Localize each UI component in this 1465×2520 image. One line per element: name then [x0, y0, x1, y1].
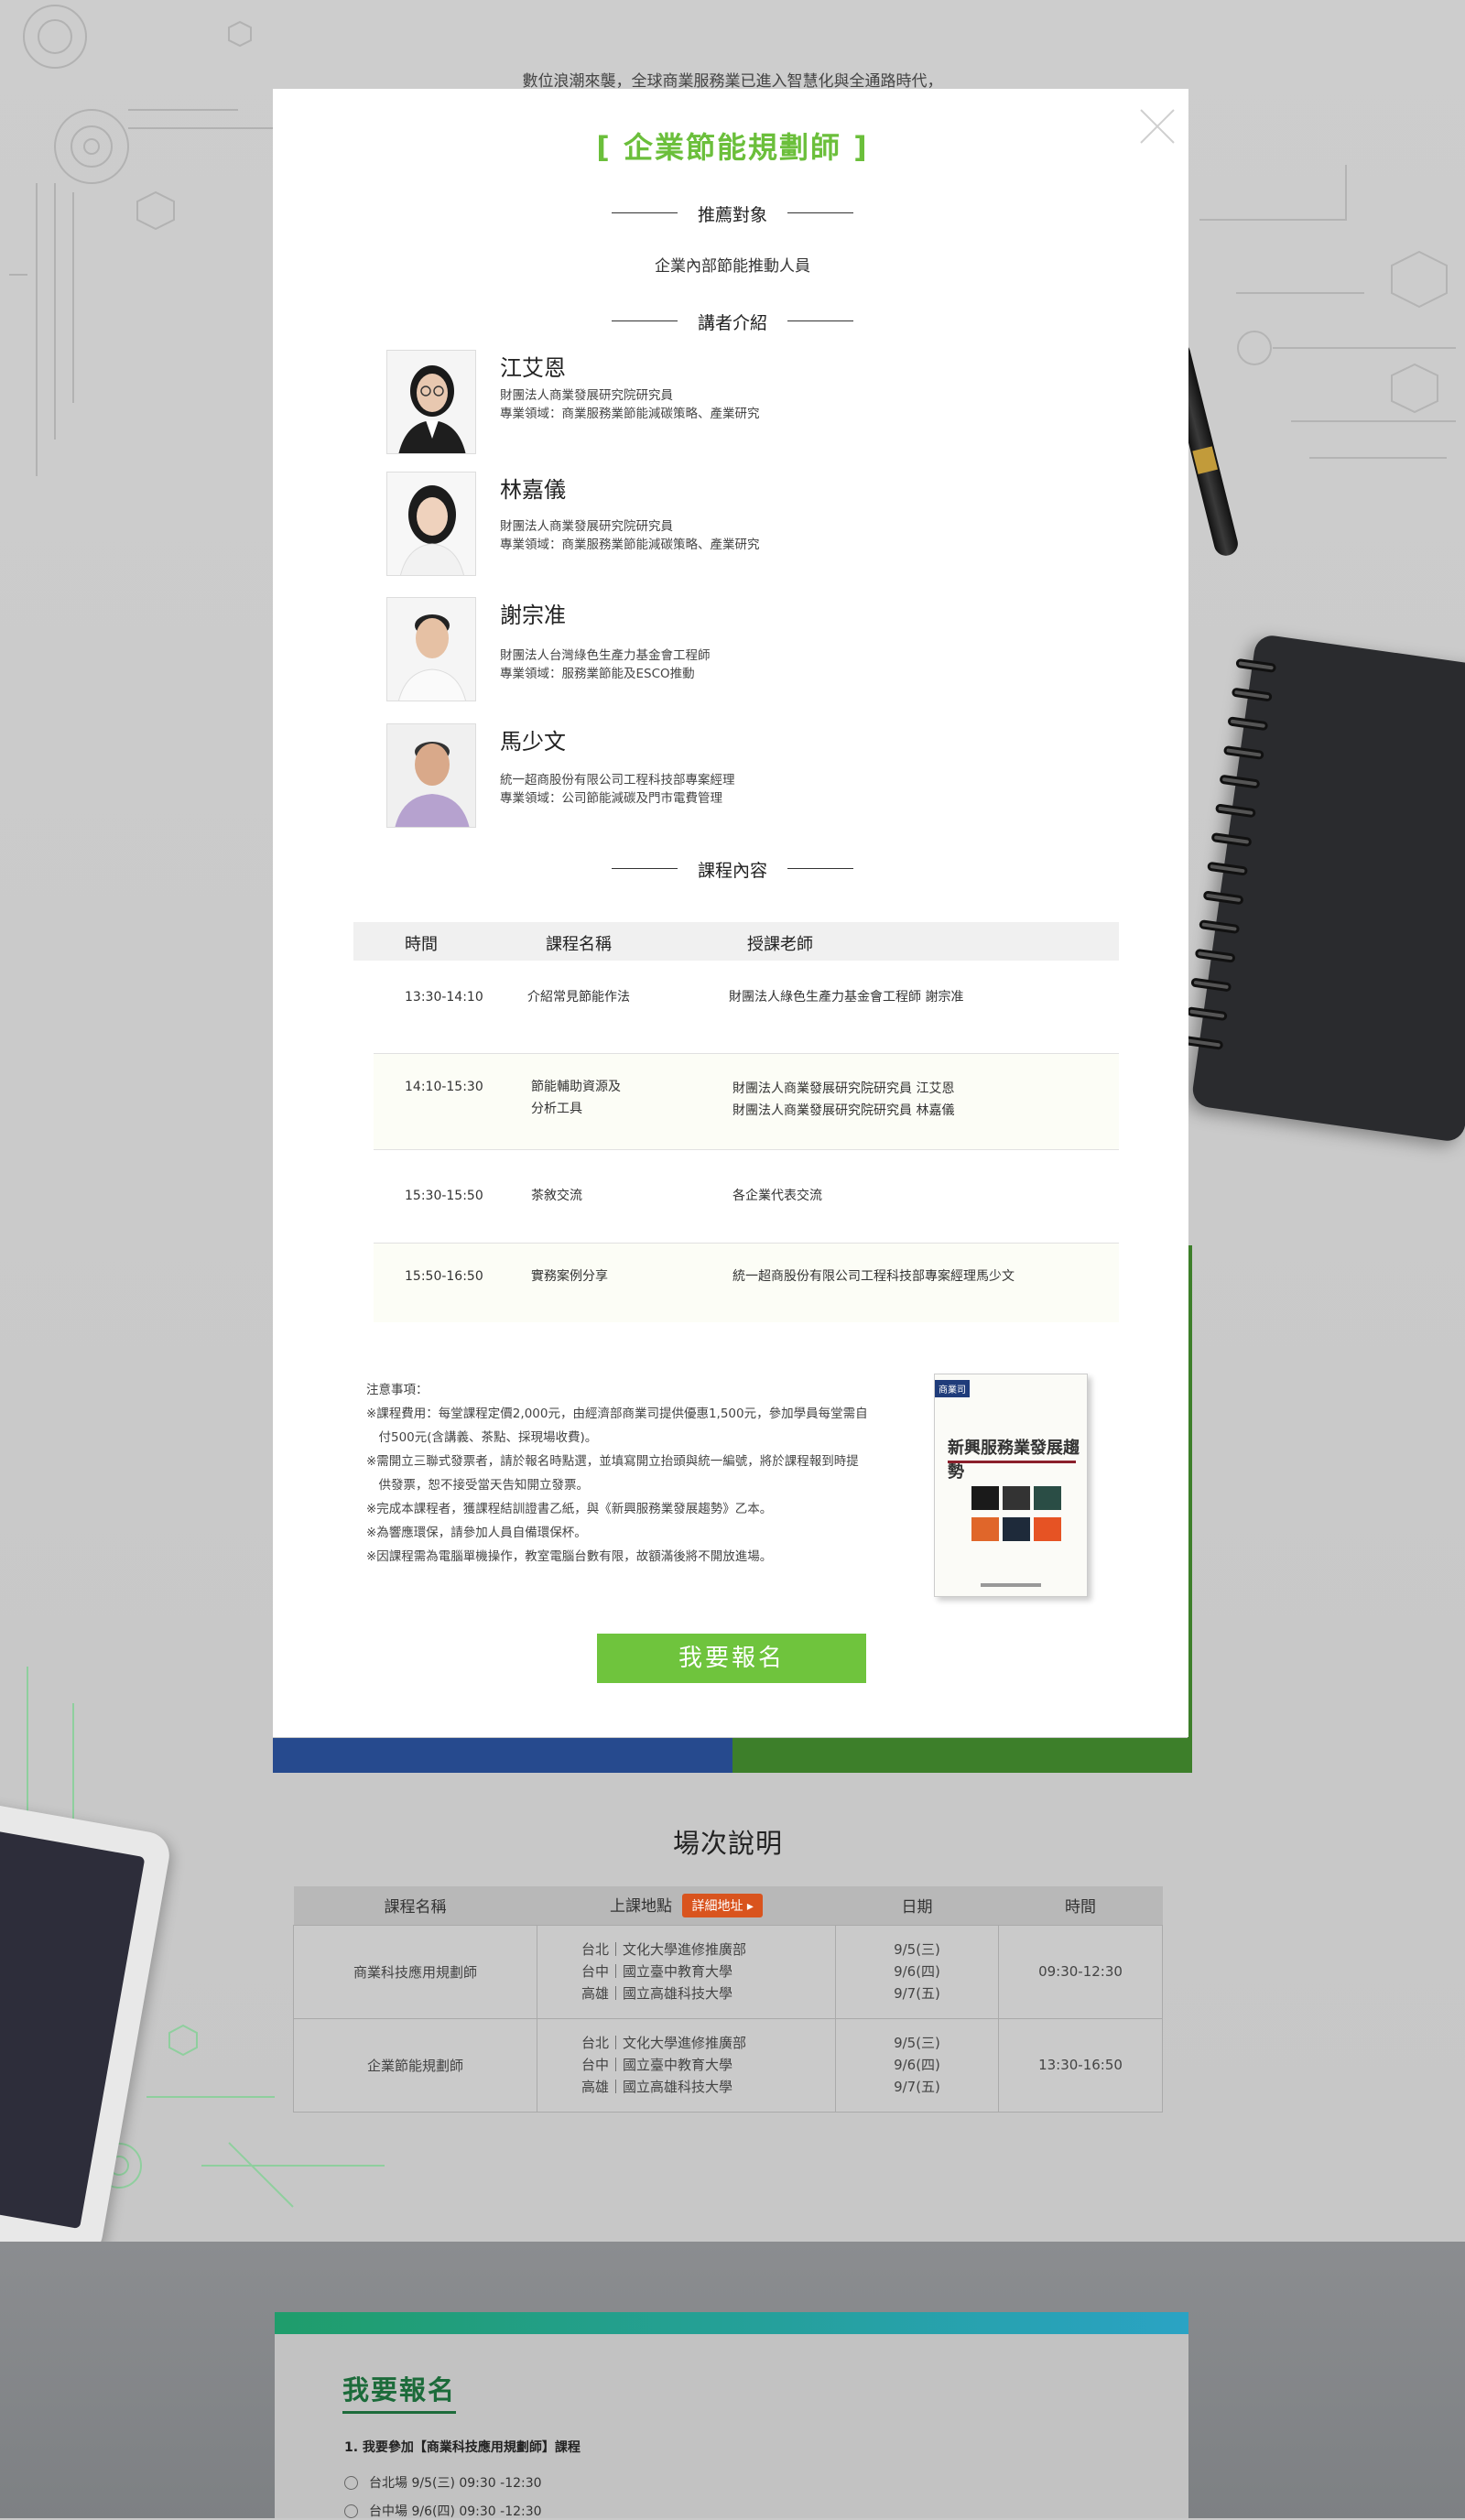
speaker-card: 馬少文 統一超商股份有限公司工程科技部專案經理 專業領域：公司節能減碳及門市電費…	[386, 723, 1027, 828]
registration-card-topbar	[275, 2312, 1188, 2334]
note-item: ※課程費用：每堂課程定價2,000元，由經濟部商業司提供優惠1,500元，參加學…	[366, 1407, 868, 1421]
address-detail-button[interactable]: 詳細地址 ▸	[682, 1894, 763, 1918]
radio-button[interactable]	[344, 2504, 358, 2518]
notes-section: 注意事項： ※課程費用：每堂課程定價2,000元，由經濟部商業司提供優惠1,50…	[366, 1378, 916, 1569]
speaker-card: 謝宗准 財團法人台灣綠色生產力基金會工程師 專業領域：服務業節能及ESCO推動	[386, 597, 1027, 701]
session-time: 09:30-12:30	[998, 1924, 1163, 2019]
row-time: 15:30-15:50	[405, 1189, 483, 1203]
header-location: 上課地點 詳細地址 ▸	[537, 1886, 836, 1925]
table-row: 15:50-16:50 實務案例分享 統一超商股份有限公司工程科技部專案經理馬少…	[374, 1244, 1119, 1322]
speaker-photo	[386, 597, 476, 701]
row-time: 14:10-15:30	[405, 1080, 483, 1094]
row-teacher: 各企業代表交流	[732, 1189, 822, 1203]
speaker-title: 財團法人商業發展研究院研究員	[500, 388, 673, 403]
registration-option[interactable]: 台北場 9/5(三) 09:30 -12:30	[344, 2473, 542, 2492]
modal-title: [ 企業節能規劃師 ]	[596, 130, 869, 165]
course-card-footer-blue	[273, 1738, 732, 1773]
book-badge: 商業司	[935, 1380, 970, 1397]
session-course: 商業科技應用規劃師	[293, 1924, 537, 2019]
intro-text: 數位浪潮來襲，全球商業服務業已進入智慧化與全通路時代，	[522, 72, 943, 91]
sessions-section: 場次說明 課程名稱 上課地點 詳細地址 ▸ 日期 時間 商業科技應用規劃師 台北…	[293, 1822, 1163, 2113]
section-heading-audience: 推薦對象	[612, 201, 853, 226]
book-illustration	[970, 1484, 1065, 1547]
speaker-card: 江艾恩 財團法人商業發展研究院研究員 專業領域：商業服務業節能減碳策略、產業研究	[386, 350, 1027, 454]
section-heading-course: 課程內容	[612, 857, 853, 882]
row-time: 15:50-16:50	[405, 1269, 483, 1284]
note-item: ※因課程需為電腦單機操作，教室電腦台數有限，故額滿後將不開放進場。	[366, 1549, 773, 1564]
session-locations: 台北｜文化大學進修推廣部 台中｜國立臺中教育大學 高雄｜國立高雄科技大學	[537, 1924, 836, 2019]
book-cover-image: 商業司 新興服務業發展趨勢	[934, 1374, 1088, 1597]
row-course-name: 茶敘交流	[531, 1189, 582, 1203]
row-course-name: 介紹常見節能作法	[527, 990, 630, 1005]
registration-title: 我要報名	[342, 2369, 457, 2414]
speaker-name: 林嘉儀	[500, 477, 566, 503]
section-heading-speakers: 講者介紹	[612, 310, 853, 334]
row-teacher: 財團法人綠色生產力基金會工程師 謝宗准	[729, 990, 964, 1005]
speaker-expertise: 專業領域：商業服務業節能減碳策略、產業研究	[500, 407, 760, 421]
note-item: 供發票，恕不接受當天告知開立發票。	[366, 1478, 589, 1493]
course-table: 時間 課程名稱 授課老師 13:30-14:10 介紹常見節能作法 財團法人綠色…	[353, 922, 1119, 1322]
notes-title: 注意事項：	[366, 1383, 429, 1397]
speaker-title: 財團法人商業發展研究院研究員	[500, 519, 673, 534]
speaker-expertise: 專業領域：公司節能減碳及門市電費管理	[500, 791, 722, 806]
speaker-expertise: 專業領域：服務業節能及ESCO推動	[500, 667, 695, 681]
speaker-name: 江艾恩	[500, 355, 566, 381]
note-item: ※為響應環保，請參加人員自備環保杯。	[366, 1526, 587, 1540]
header-date: 日期	[835, 1886, 999, 1925]
table-row: 企業節能規劃師 台北｜文化大學進修推廣部 台中｜國立臺中教育大學 高雄｜國立高雄…	[293, 2017, 1163, 2113]
speaker-photo	[386, 350, 476, 454]
book-title: 新興服務業發展趨勢	[948, 1439, 1080, 1482]
table-row: 14:10-15:30 節能輔助資源及 分析工具 財團法人商業發展研究院研究員 …	[374, 1054, 1119, 1150]
radio-button[interactable]	[344, 2476, 358, 2490]
speaker-title: 統一超商股份有限公司工程科技部專案經理	[500, 773, 735, 788]
session-course: 企業節能規劃師	[293, 2017, 537, 2113]
note-item: 付500元(含講義、茶點、採現場收費)。	[366, 1430, 598, 1445]
course-card-footer-green	[732, 1738, 1192, 1773]
speaker-card: 林嘉儀 財團法人商業發展研究院研究員 專業領域：商業服務業節能減碳策略、產業研究	[386, 472, 1027, 576]
row-teacher: 統一超商股份有限公司工程科技部專案經理馬少文	[732, 1269, 1015, 1284]
registration-option[interactable]: 台中場 9/6(四) 09:30 -12:30	[344, 2502, 542, 2520]
speaker-photo	[386, 472, 476, 576]
registration-question: 1. 我要參加【商業科技應用規劃師】課程	[344, 2440, 581, 2455]
session-dates: 9/5(三) 9/6(四) 9/7(五)	[835, 1924, 999, 2019]
row-course-name: 節能輔助資源及	[531, 1080, 621, 1094]
table-row: 13:30-14:10 介紹常見節能作法 財團法人綠色生產力基金會工程師 謝宗准	[374, 961, 1119, 1054]
row-course-name: 實務案例分享	[531, 1269, 608, 1284]
header-time: 時間	[405, 935, 438, 954]
table-row: 15:30-15:50 茶敘交流 各企業代表交流	[374, 1150, 1119, 1244]
session-locations: 台北｜文化大學進修推廣部 台中｜國立臺中教育大學 高雄｜國立高雄科技大學	[537, 2017, 836, 2113]
row-teacher-2: 財團法人商業發展研究院研究員 林嘉儀	[732, 1103, 955, 1118]
signup-button[interactable]: 我要報名	[597, 1634, 866, 1683]
header-course-name: 課程名稱	[546, 935, 612, 954]
row-teacher: 財團法人商業發展研究院研究員 江艾恩	[732, 1081, 955, 1096]
speaker-photo	[386, 723, 476, 828]
session-time: 13:30-16:50	[998, 2017, 1163, 2113]
speaker-title: 財團法人台灣綠色生產力基金會工程師	[500, 648, 711, 663]
header-teacher: 授課老師	[747, 935, 813, 954]
registration-card: 我要報名 1. 我要參加【商業科技應用規劃師】課程 台北場 9/5(三) 09:…	[275, 2312, 1188, 2520]
notebook-decoration	[1182, 633, 1465, 1144]
note-item: ※需開立三聯式發票者，請於報名時點選，並填寫開立抬頭與統一編號，將於課程報到時提	[366, 1454, 859, 1469]
header-course: 課程名稱	[293, 1886, 537, 1925]
session-dates: 9/5(三) 9/6(四) 9/7(五)	[835, 2017, 999, 2113]
table-header-row: 課程名稱 上課地點 詳細地址 ▸ 日期 時間	[293, 1886, 1163, 1925]
audience-text: 企業內部節能推動人員	[655, 257, 810, 276]
sessions-table: 課程名稱 上課地點 詳細地址 ▸ 日期 時間 商業科技應用規劃師 台北｜文化大學…	[293, 1886, 1163, 2113]
table-row: 商業科技應用規劃師 台北｜文化大學進修推廣部 台中｜國立臺中教育大學 高雄｜國立…	[293, 1924, 1163, 2019]
row-course-name-2: 分析工具	[531, 1102, 582, 1116]
row-time: 13:30-14:10	[405, 990, 483, 1005]
sessions-title: 場次說明	[672, 1828, 783, 1859]
header-time: 時間	[998, 1886, 1163, 1925]
course-table-header: 時間 課程名稱 授課老師	[353, 922, 1119, 961]
speaker-name: 馬少文	[500, 729, 566, 755]
speaker-expertise: 專業領域：商業服務業節能減碳策略、產業研究	[500, 538, 760, 552]
speaker-name: 謝宗准	[500, 603, 566, 628]
note-item: ※完成本課程者，獲課程結訓證書乙紙，與《新興服務業發展趨勢》乙本。	[366, 1502, 773, 1516]
circuit-decoration-right	[1199, 165, 1456, 459]
